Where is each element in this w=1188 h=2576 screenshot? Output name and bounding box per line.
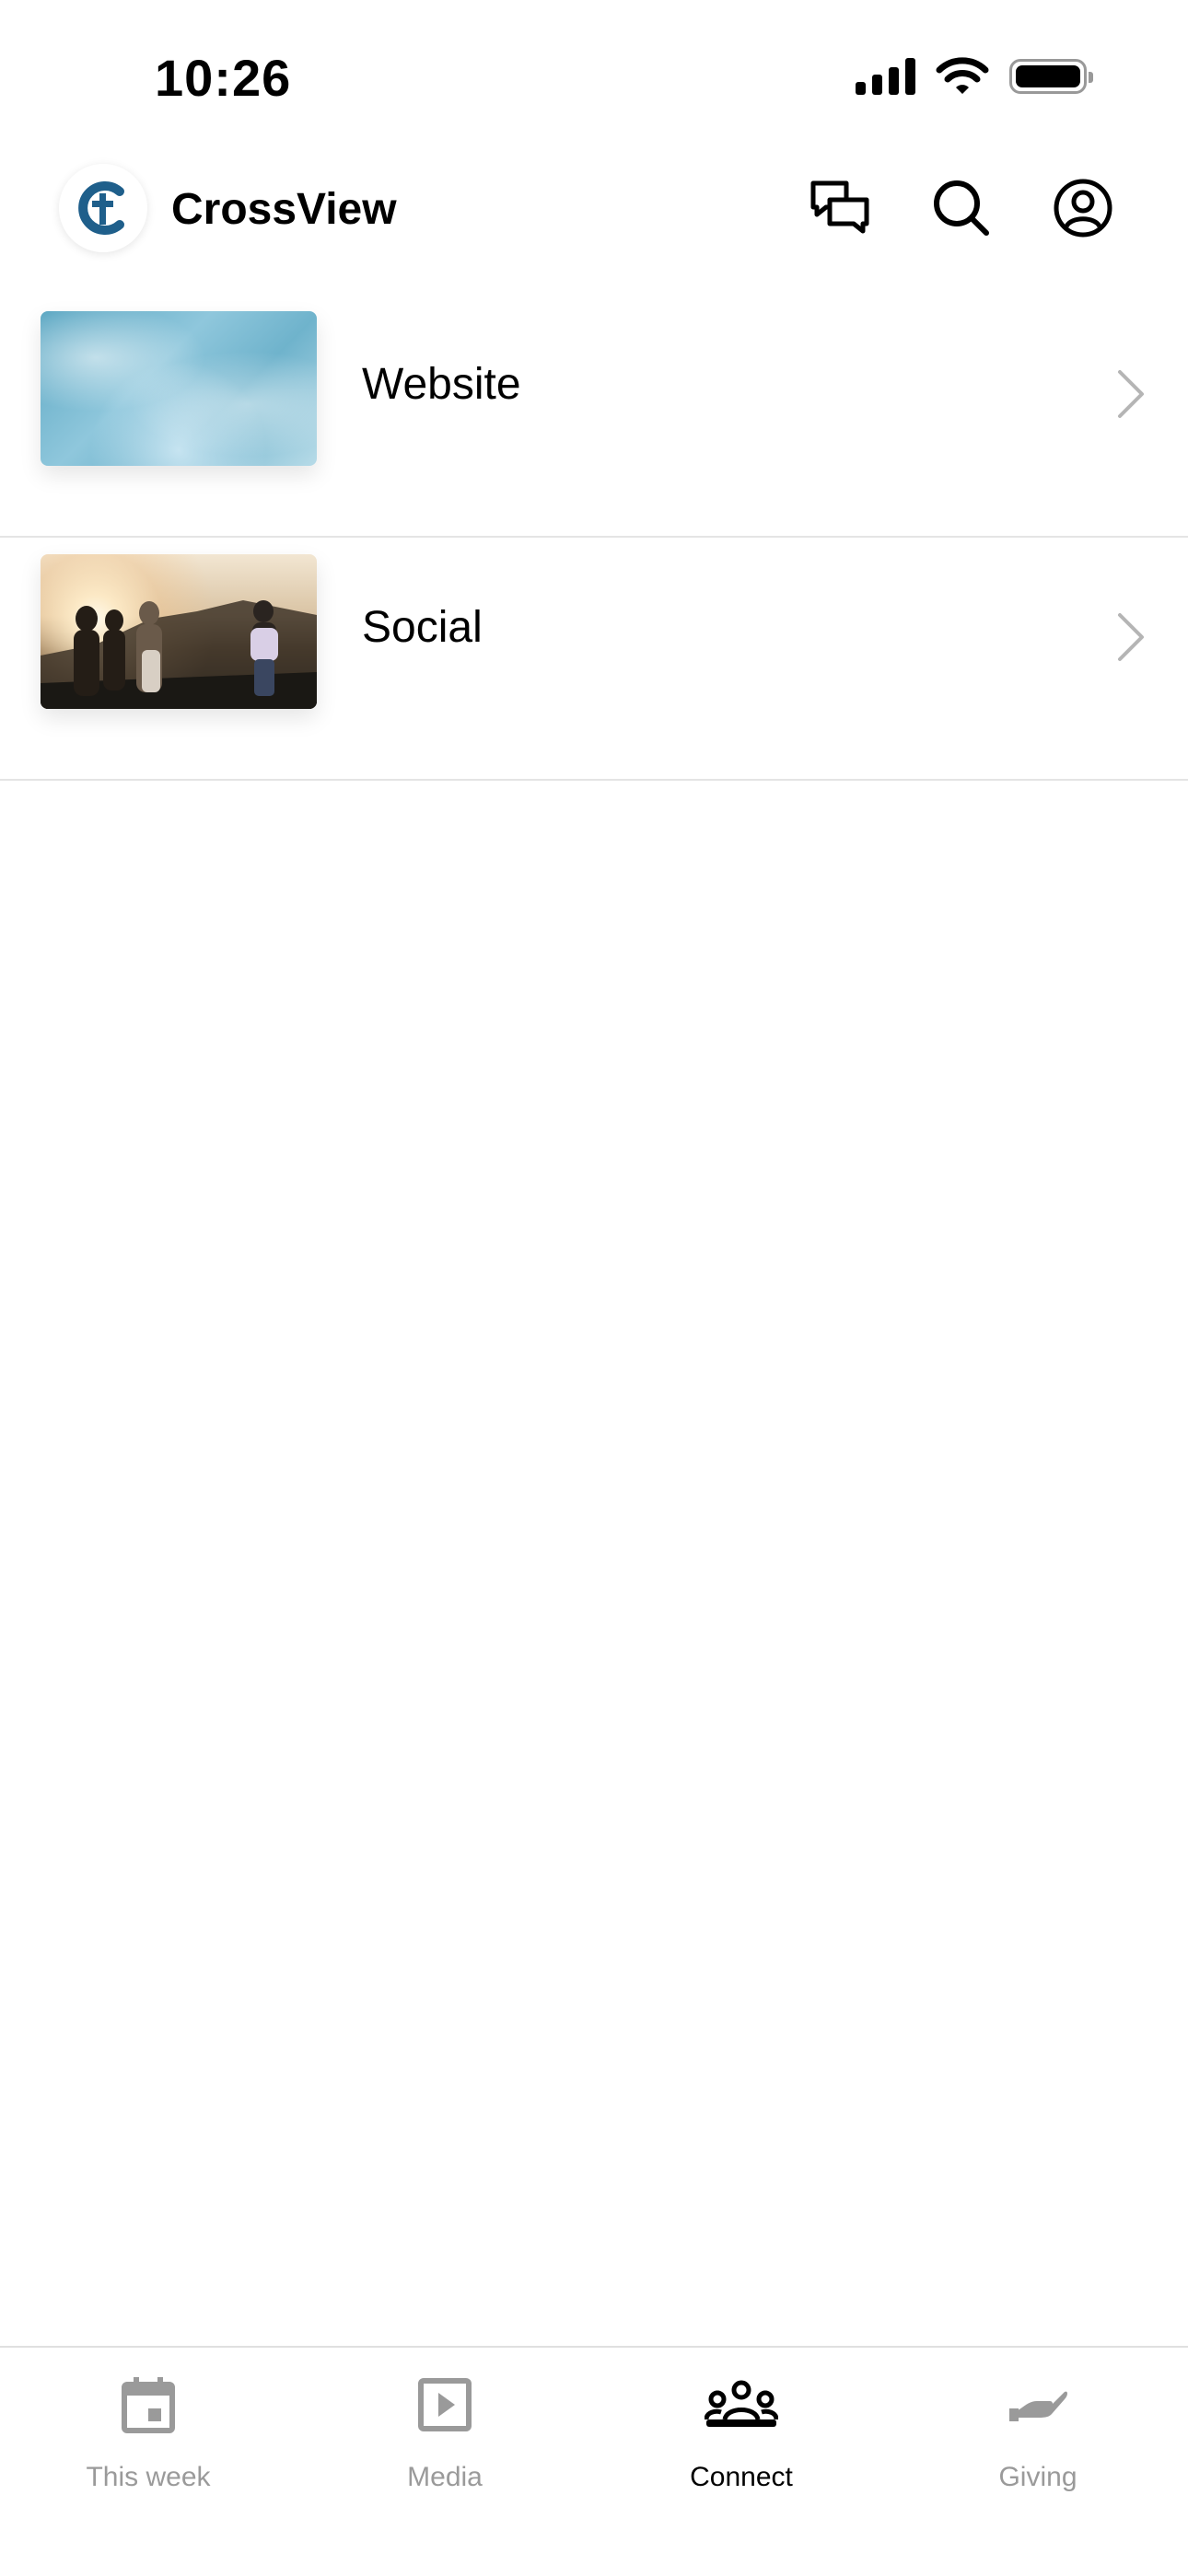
tab-connect[interactable]: Connect [593,2348,890,2532]
status-bar: 10:26 [0,0,1188,147]
status-icons [856,57,1093,96]
play-icon [408,2368,482,2442]
chevron-right-icon [1118,613,1144,661]
tab-media[interactable]: Media [297,2348,593,2532]
crossview-logo-icon[interactable] [59,164,147,252]
status-time: 10:26 [155,49,292,107]
tab-label: Connect [690,2462,793,2492]
calendar-icon [111,2368,185,2442]
tab-this-week[interactable]: This week [0,2348,297,2532]
search-icon[interactable] [925,171,998,245]
cellular-signal-icon [856,58,915,95]
app-header: CrossView [0,147,1188,271]
tab-bar: This week Media Connect Giving [0,2346,1188,2576]
tab-label: Giving [998,2462,1077,2492]
list-item-social[interactable]: Social [0,538,1188,781]
hand-icon [1001,2368,1075,2442]
chevron-right-icon [1118,370,1144,418]
battery-icon [1009,59,1093,94]
social-thumbnail-image [41,554,317,709]
profile-icon[interactable] [1046,171,1120,245]
tab-label: Media [407,2462,483,2492]
wifi-icon [936,57,989,94]
list-item-label: Social [362,603,483,652]
app-title: CrossView [171,185,397,234]
group-icon [705,2368,778,2442]
list-item-label: Website [362,360,521,409]
tab-giving[interactable]: Giving [890,2348,1186,2532]
list-item-website[interactable]: Website [0,295,1188,538]
website-thumbnail-image [41,311,317,466]
tab-label: This week [86,2462,211,2492]
connect-list: Website Social [0,295,1188,781]
messages-icon[interactable] [803,171,877,245]
